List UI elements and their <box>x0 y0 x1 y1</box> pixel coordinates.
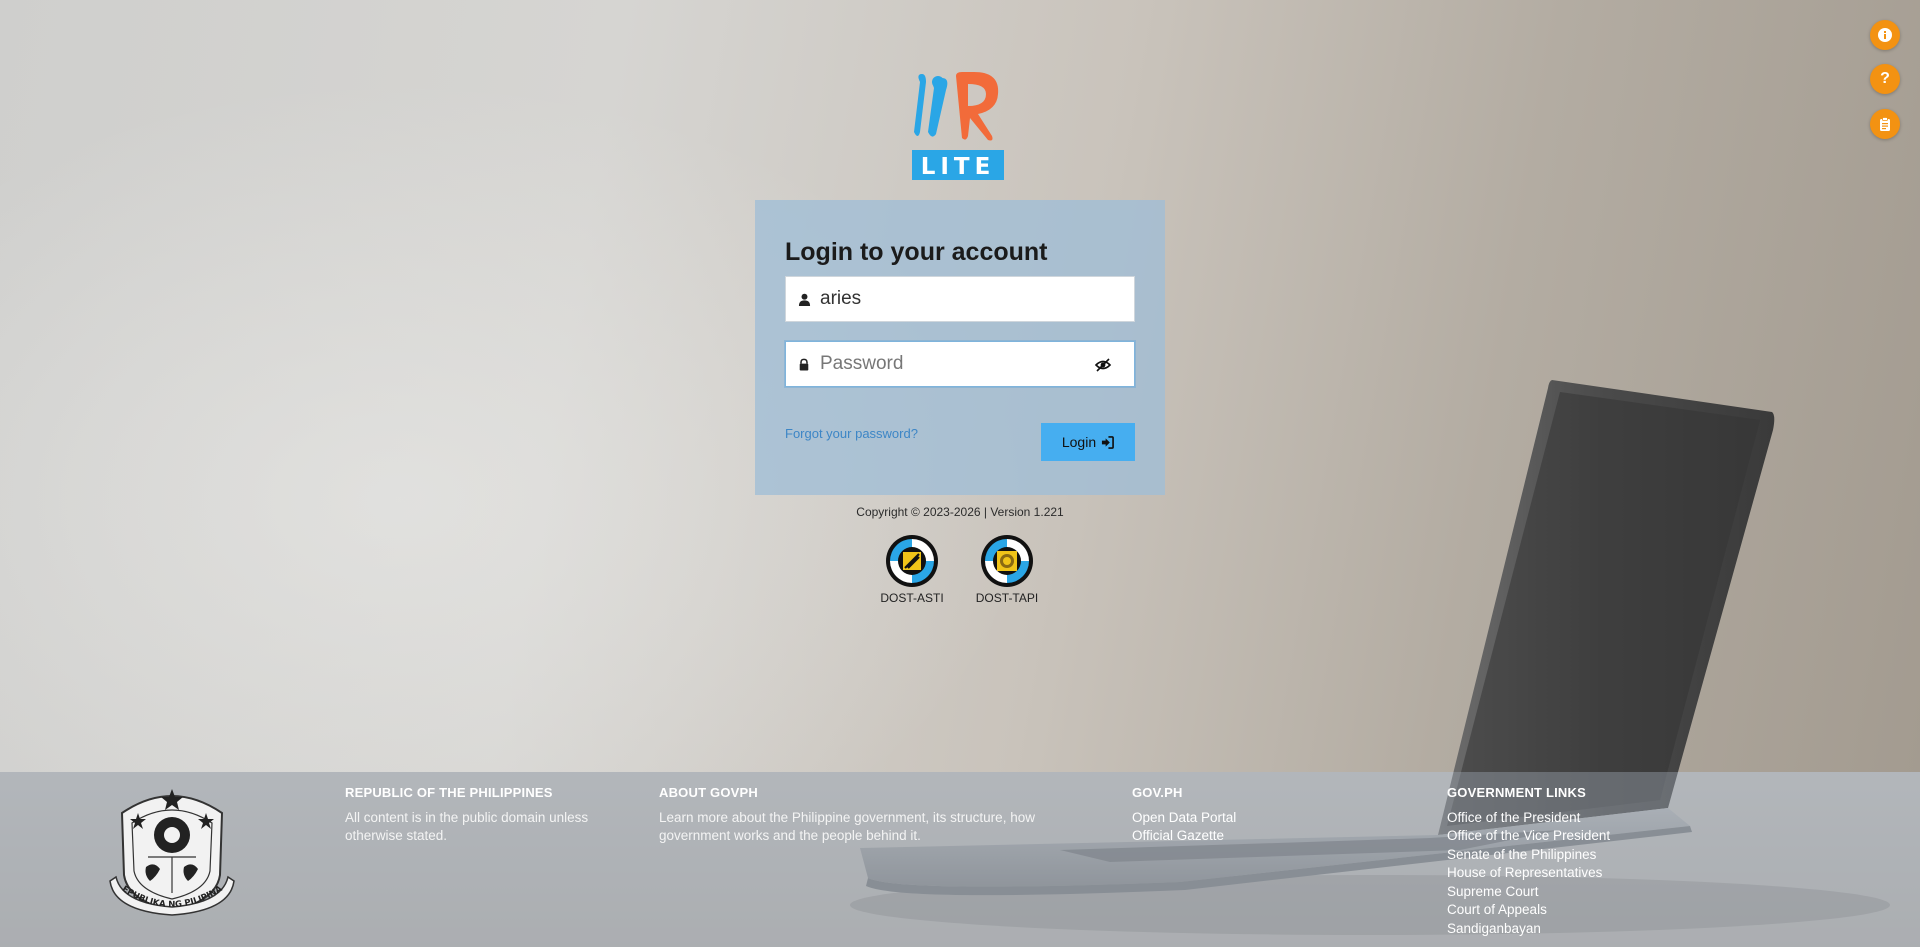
forgot-password-link[interactable]: Forgot your password? <box>785 426 918 441</box>
user-icon <box>798 292 812 306</box>
footer-link-open-data[interactable]: Open Data Portal <box>1132 809 1352 828</box>
footer-link-court-of-appeals[interactable]: Court of Appeals <box>1447 901 1707 920</box>
username-input[interactable] <box>820 288 1090 310</box>
footer-link-senate[interactable]: Senate of the Philippines <box>1447 846 1707 865</box>
login-button-label: Login <box>1061 434 1097 450</box>
footer-government-links: GOVERNMENT LINKS Office of the President… <box>1447 784 1707 938</box>
footer-heading: REPUBLIC OF THE PHILIPPINES <box>345 785 553 800</box>
footer-link-sandiganbayan[interactable]: Sandiganbayan <box>1447 920 1707 939</box>
partner-dost-tapi[interactable]: DOST-TAPI <box>967 535 1047 605</box>
login-card: Login to your account Forgot your passwo… <box>755 200 1165 495</box>
footer-link-supreme-court[interactable]: Supreme Court <box>1447 883 1707 902</box>
footer-link-official-gazette[interactable]: Official Gazette <box>1132 827 1352 846</box>
footer-link-president[interactable]: Office of the President <box>1447 809 1707 828</box>
partner-label: DOST-TAPI <box>975 591 1039 605</box>
copyright-text: Copyright © 2023-2026 | Version 1.221 <box>856 505 1064 519</box>
footer-about: ABOUT GOVPH Learn more about the Philipp… <box>659 784 1069 846</box>
footer-heading: GOV.PH <box>1132 785 1183 800</box>
dost-tapi-logo <box>981 535 1033 587</box>
password-field[interactable] <box>785 341 1135 387</box>
password-input[interactable] <box>820 353 1090 375</box>
app-logo: LITE <box>912 72 1004 180</box>
footer-heading: GOVERNMENT LINKS <box>1447 785 1586 800</box>
clipboard-icon[interactable] <box>1870 109 1900 139</box>
footer-heading: ABOUT GOVPH <box>659 785 758 800</box>
footer-link-house[interactable]: House of Representatives <box>1447 864 1707 883</box>
philippine-seal-logo: REPUBLIKA NG PILIPINAS <box>108 785 235 916</box>
logo-text: LITE <box>921 154 996 180</box>
login-title: Login to your account <box>785 238 1048 266</box>
lock-icon <box>798 357 812 371</box>
login-button[interactable]: Login <box>1041 423 1135 461</box>
sign-in-icon <box>1102 435 1115 449</box>
partner-label: DOST-ASTI <box>880 591 944 605</box>
info-icon[interactable] <box>1870 20 1900 50</box>
dost-asti-logo <box>886 535 938 587</box>
footer-govph: GOV.PH Open Data Portal Official Gazette <box>1132 784 1352 846</box>
help-icon[interactable]: ? <box>1870 64 1900 94</box>
footer-text: Learn more about the Philippine governme… <box>659 809 1035 844</box>
footer-text: All content is in the public domain unle… <box>345 809 589 844</box>
username-field[interactable] <box>785 276 1135 322</box>
eye-slash-icon[interactable] <box>1094 356 1112 374</box>
partner-dost-asti[interactable]: DOST-ASTI <box>872 535 952 605</box>
footer-link-vice-president[interactable]: Office of the Vice President <box>1447 827 1707 846</box>
footer-republic: REPUBLIC OF THE PHILIPPINES All content … <box>345 784 615 846</box>
